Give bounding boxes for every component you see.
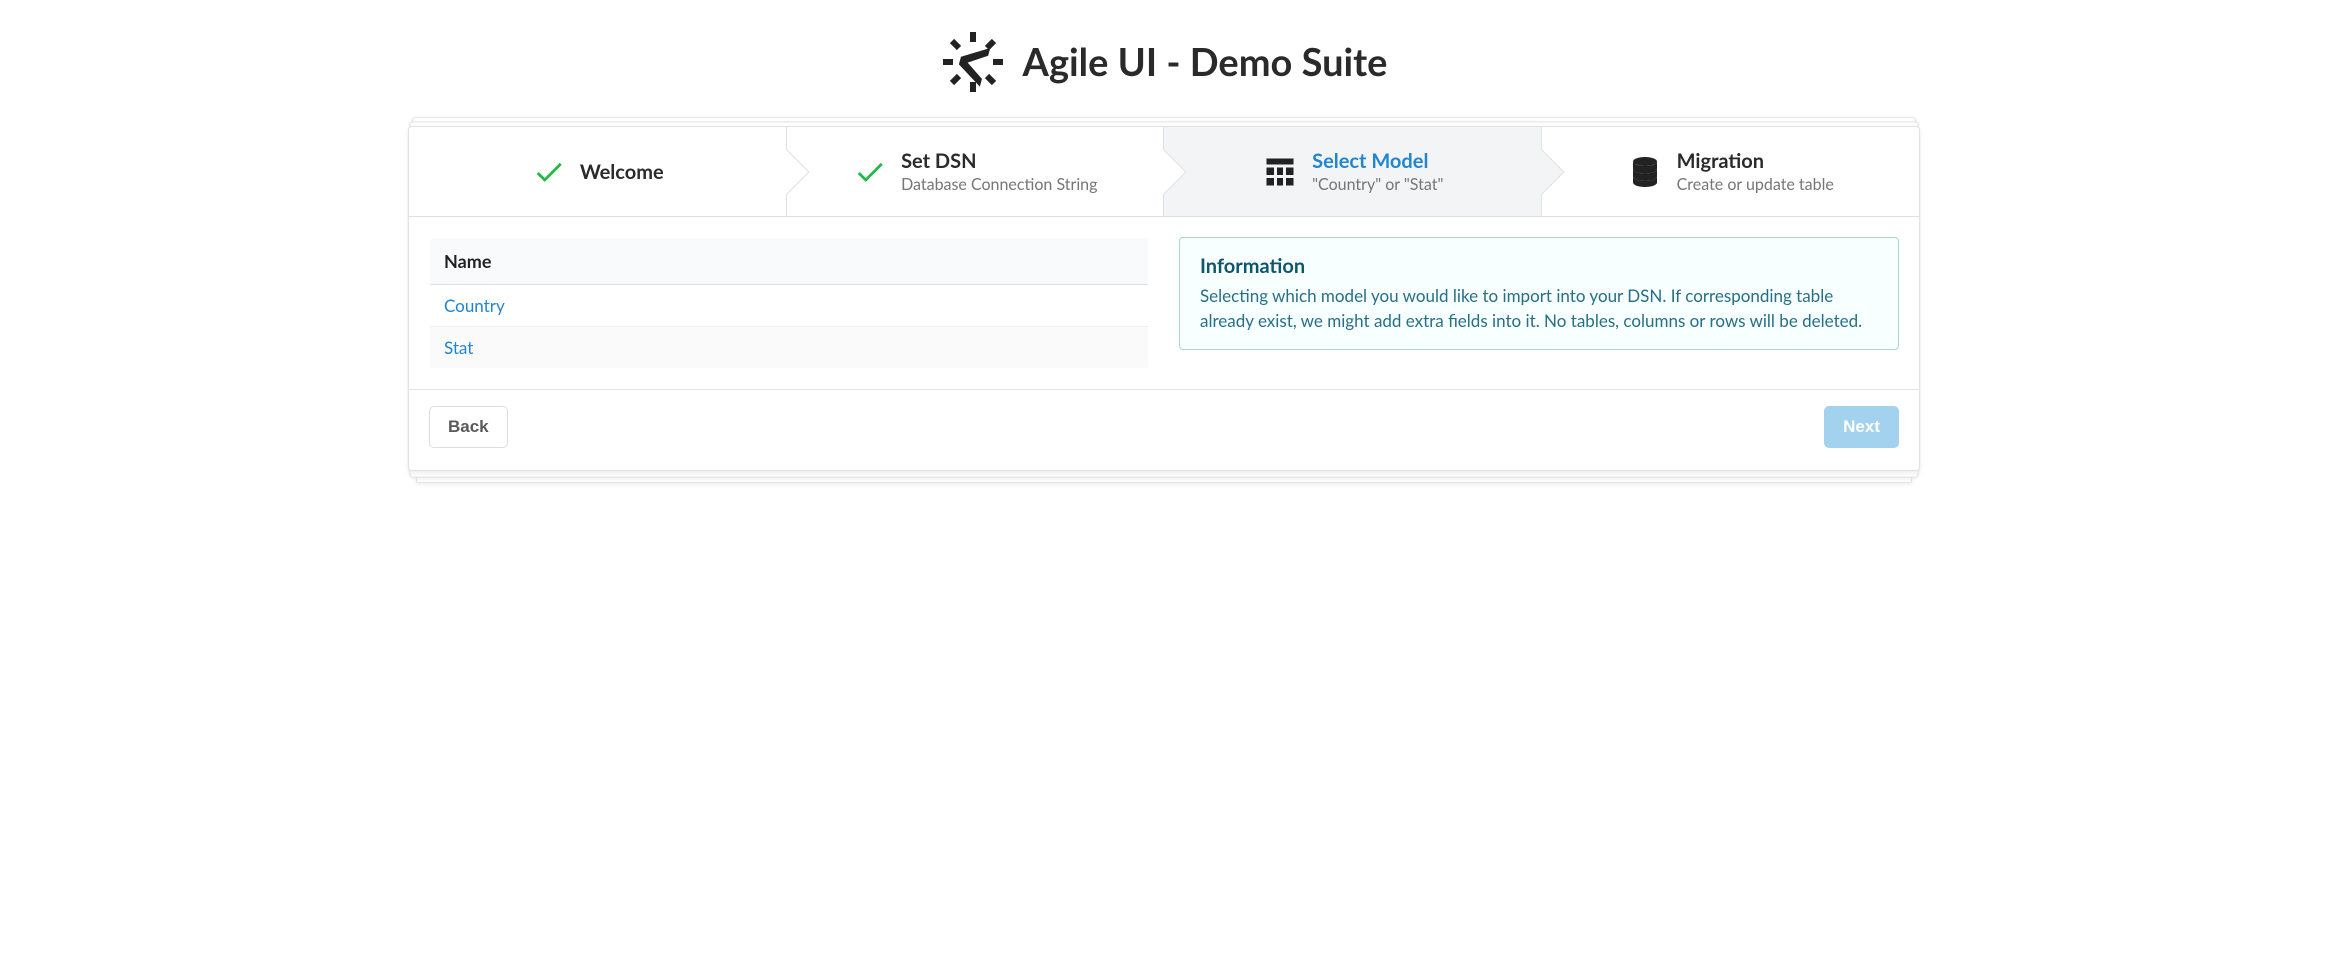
step-select-model[interactable]: Select Model "Country" or "Stat"	[1164, 127, 1542, 216]
brand-header: Agile UI - Demo Suite	[408, 30, 1920, 94]
step-title: Welcome	[580, 160, 664, 184]
step-title: Select Model	[1312, 149, 1443, 173]
table-row: Country	[430, 285, 1149, 327]
step-desc: Create or update table	[1677, 175, 1834, 194]
back-button[interactable]: Back	[429, 406, 508, 448]
step-set-dsn[interactable]: Set DSN Database Connection String	[787, 127, 1165, 216]
step-title: Set DSN	[901, 149, 1097, 173]
wizard-steps: Welcome Set DSN Database Connection Stri…	[409, 127, 1919, 217]
info-header: Information	[1200, 254, 1878, 278]
table-header-name: Name	[430, 238, 1149, 285]
brand-title: Agile UI - Demo Suite	[1023, 39, 1388, 85]
wizard-panel: Welcome Set DSN Database Connection Stri…	[408, 126, 1920, 471]
model-link-country[interactable]: Country	[430, 285, 1149, 327]
step-desc: Database Connection String	[901, 175, 1097, 194]
model-table: Name Country Stat	[429, 237, 1149, 369]
info-body: Selecting which model you would like to …	[1200, 284, 1878, 333]
wizard-actions: Back Next	[409, 389, 1919, 470]
step-welcome[interactable]: Welcome	[409, 127, 787, 216]
check-icon	[532, 155, 566, 189]
check-icon	[853, 155, 887, 189]
step-migration[interactable]: Migration Create or update table	[1542, 127, 1920, 216]
table-icon	[1262, 154, 1298, 190]
table-row: Stat	[430, 327, 1149, 369]
model-link-stat[interactable]: Stat	[430, 327, 1149, 369]
next-button[interactable]: Next	[1824, 406, 1899, 448]
info-message: Information Selecting which model you wo…	[1179, 237, 1899, 350]
database-icon	[1627, 154, 1663, 190]
step-title: Migration	[1677, 149, 1834, 173]
step-desc: "Country" or "Stat"	[1312, 175, 1443, 194]
brand-logo-icon	[941, 30, 1005, 94]
